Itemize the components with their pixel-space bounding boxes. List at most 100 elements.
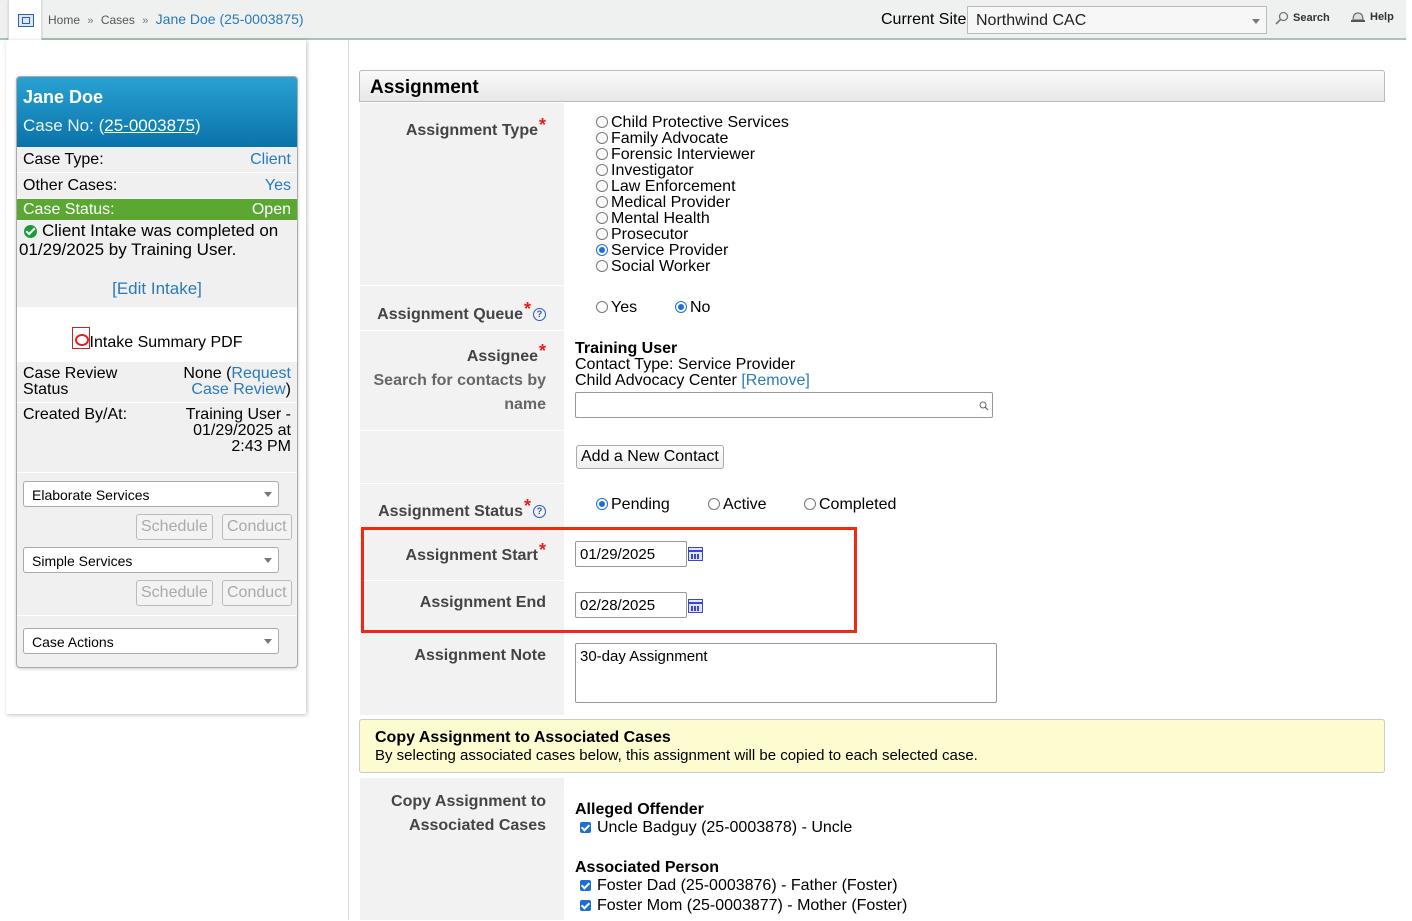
add-new-contact-button[interactable]: Add a New Contact — [576, 445, 724, 469]
queue-yes-option[interactable]: Yes — [596, 300, 637, 316]
assignee-name: Training User — [575, 340, 678, 357]
assignment-start-label-text: Assignment Start — [405, 547, 538, 564]
assignment-type-option[interactable]: Prosecutor — [596, 227, 789, 243]
help-question-icon[interactable]: ? — [533, 308, 546, 321]
add-contact-field: Add a New Contact — [564, 431, 1385, 483]
simple-services-select[interactable]: Simple Services — [23, 547, 279, 573]
assignment-type-radio[interactable] — [596, 164, 608, 176]
elaborate-conduct-button[interactable]: Conduct — [222, 514, 292, 540]
assignment-type-option[interactable]: Mental Health — [596, 211, 789, 227]
assignment-status-label-text: Assignment Status — [378, 503, 523, 520]
assignment-type-option[interactable]: Forensic Interviewer — [596, 147, 789, 163]
simple-schedule-button[interactable]: Schedule — [136, 580, 213, 606]
assignment-note-label: Assignment Note — [414, 647, 546, 664]
assignment-type-option[interactable]: Medical Provider — [596, 195, 789, 211]
assignment-type-option[interactable]: Family Advocate — [596, 131, 789, 147]
breadcrumb-cases[interactable]: Cases — [101, 13, 135, 27]
checkbox-checked[interactable] — [580, 880, 591, 891]
intake-message: Client Intake was completed on 01/29/202… — [17, 221, 297, 259]
assignment-type-radio[interactable] — [596, 180, 608, 192]
search-link[interactable]: Search — [1275, 11, 1330, 25]
elaborate-schedule-button[interactable]: Schedule — [136, 514, 213, 540]
assignee-search-input[interactable] — [575, 392, 993, 418]
calendar-icon[interactable] — [688, 599, 703, 613]
case-number-prefix: Case No: ( — [23, 116, 105, 135]
assignment-type-option[interactable]: Investigator — [596, 163, 789, 179]
current-site-value: Northwind CAC — [976, 12, 1087, 29]
case-number-link[interactable]: 25-0003875 — [104, 116, 195, 135]
assignment-end-input[interactable]: 02/28/2025 — [575, 592, 687, 618]
case-review-row: Case Review Status None (Request Case Re… — [17, 361, 297, 402]
edit-intake-link[interactable]: [Edit Intake] — [17, 279, 297, 299]
required-marker: * — [538, 341, 546, 361]
copy-notice-title: Copy Assignment to Associated Cases — [375, 729, 671, 746]
calendar-icon[interactable] — [688, 547, 703, 561]
assignment-start-input[interactable]: 01/29/2025 — [575, 541, 687, 567]
assignment-note-row: Assignment Note 30-day Assignment — [360, 633, 1385, 716]
help-question-icon[interactable]: ? — [533, 505, 546, 518]
other-cases-label: Other Cases: — [23, 177, 118, 194]
help-link[interactable]: Help — [1350, 11, 1394, 23]
search-icon — [1275, 11, 1289, 25]
assignment-queue-label: Assignment Queue*? — [360, 299, 564, 324]
queue-no-option[interactable]: No — [675, 300, 710, 316]
checkbox-checked[interactable] — [580, 900, 591, 911]
status-completed-option[interactable]: Completed — [804, 497, 896, 513]
breadcrumb-current[interactable]: Jane Doe (25-0003875) — [156, 11, 304, 27]
intake-pdf-link[interactable]: Intake Summary PDF — [17, 307, 297, 361]
case-type-value[interactable]: Client — [250, 151, 291, 169]
assignment-type-radio[interactable] — [596, 116, 608, 128]
current-site-select[interactable]: Northwind CAC — [967, 6, 1267, 34]
assignee-row: Assignee* Search for contacts by name Tra… — [360, 331, 1385, 431]
assignment-type-option[interactable]: Social Worker — [596, 259, 789, 275]
assignee-contact-type: Contact Type: Service Provider — [575, 356, 796, 373]
assignment-type-radio[interactable] — [596, 196, 608, 208]
required-marker: * — [523, 299, 531, 319]
chevron-down-icon — [264, 492, 272, 497]
current-site-label: Current Site — [881, 11, 967, 28]
simple-conduct-button[interactable]: Conduct — [222, 580, 292, 606]
queue-no-radio[interactable] — [675, 301, 687, 313]
status-active-radio[interactable] — [708, 498, 720, 510]
status-active-option[interactable]: Active — [708, 497, 767, 513]
elaborate-services-select[interactable]: Elaborate Services — [23, 481, 279, 507]
associated-person-item[interactable]: Foster Dad (25-0003876) - Father (Foster… — [580, 877, 907, 895]
assignee-remove-link[interactable]: [Remove] — [741, 372, 809, 389]
assignee-org: Child Advocacy Center — [575, 372, 737, 389]
assignment-type-label: Child Protective Services — [611, 114, 789, 131]
intake-pdf-label: Intake Summary PDF — [89, 334, 243, 351]
case-type-label: Case Type: — [23, 151, 104, 168]
assignment-type-label: Investigator — [611, 162, 694, 179]
assignment-type-option[interactable]: Child Protective Services — [596, 115, 789, 131]
associated-person-item[interactable]: Foster Mom (25-0003877) - Mother (Foster… — [580, 897, 907, 915]
assignment-type-radio[interactable] — [596, 260, 608, 272]
assignment-type-option[interactable]: Service Provider — [596, 243, 789, 259]
breadcrumb-home[interactable]: Home — [48, 13, 80, 27]
assignment-type-option[interactable]: Law Enforcement — [596, 179, 789, 195]
help-icon — [1351, 12, 1365, 23]
assignment-type-radio[interactable] — [596, 148, 608, 160]
copy-assignment-row: Copy Assignment to Associated Cases Alle… — [360, 778, 1385, 921]
case-status-value: Open — [251, 201, 291, 218]
simple-services-value: Simple Services — [32, 553, 133, 569]
queue-yes-radio[interactable] — [596, 301, 608, 313]
top-bar: Home » Cases » Jane Doe (25-0003875) Cur… — [0, 0, 1406, 47]
case-actions-value: Case Actions — [32, 634, 114, 650]
assignment-type-radio[interactable] — [596, 228, 608, 240]
copy-assignment-field: Alleged Offender Uncle Badguy (25-000387… — [564, 778, 1385, 920]
assignment-end-label: Assignment End — [419, 594, 546, 611]
checkbox-checked[interactable] — [580, 822, 591, 833]
status-completed-radio[interactable] — [804, 498, 816, 510]
assignment-start-label: Assignment Start* — [360, 540, 564, 565]
alleged-offender-item[interactable]: Uncle Badguy (25-0003878) - Uncle — [580, 819, 907, 837]
status-pending-option[interactable]: Pending — [596, 497, 670, 513]
assignment-type-radio[interactable] — [596, 212, 608, 224]
assignment-type-radio[interactable] — [596, 244, 608, 256]
status-pending-radio[interactable] — [596, 498, 608, 510]
case-actions-select[interactable]: Case Actions — [23, 628, 279, 654]
check-circle-icon — [24, 225, 37, 239]
assignment-note-textarea[interactable]: 30-day Assignment — [575, 643, 997, 703]
search-label: Search — [1293, 11, 1330, 24]
assignment-type-radio[interactable] — [596, 132, 608, 144]
other-cases-value[interactable]: Yes — [265, 177, 291, 195]
